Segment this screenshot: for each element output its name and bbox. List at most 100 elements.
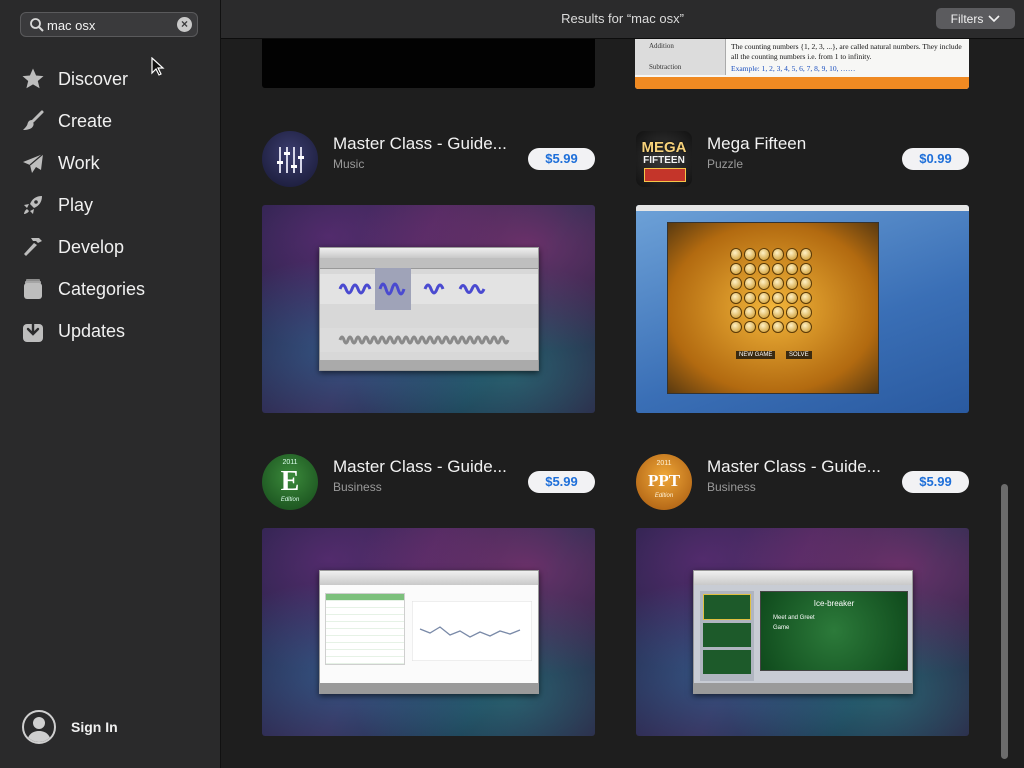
app-screenshot[interactable] xyxy=(262,39,595,88)
puzzle-tile xyxy=(744,320,756,333)
side-label: Addition xyxy=(649,42,674,50)
mixer-icon xyxy=(262,131,318,187)
scrollbar[interactable] xyxy=(1001,484,1008,759)
icon-text: 2011 xyxy=(282,459,298,466)
puzzle-tile xyxy=(786,291,798,304)
price-button[interactable]: $5.99 xyxy=(902,471,969,493)
sidebar-item-updates[interactable]: Updates xyxy=(0,310,220,352)
solve-button[interactable]: SOLVE xyxy=(786,351,812,359)
search-field[interactable]: × xyxy=(20,12,198,37)
sidebar-item-label: Create xyxy=(58,110,113,131)
mouse-cursor-icon xyxy=(151,57,165,76)
sidebar-item-label: Discover xyxy=(58,68,129,89)
puzzle-tile xyxy=(800,277,812,290)
puzzle-tile xyxy=(786,277,798,290)
sidebar-item-play[interactable]: Play xyxy=(0,184,220,226)
sidebar-item-create[interactable]: Create xyxy=(0,100,220,142)
puzzle-tile xyxy=(730,248,742,261)
icon-text: PPT xyxy=(647,471,681,490)
puzzle-tile xyxy=(772,248,784,261)
sidebar-nav: Discover Create Work Play Develop Catego… xyxy=(0,58,220,352)
avatar-icon xyxy=(22,710,56,744)
sidebar-item-label: Updates xyxy=(58,320,126,341)
definition-text: The counting numbers {1, 2, 3, ...}, are… xyxy=(731,42,962,61)
app-result-card[interactable]: 2011 PPT Edition Master Class - Guide...… xyxy=(636,454,969,736)
brush-icon xyxy=(20,108,46,134)
puzzle-tile xyxy=(730,306,742,319)
slide-bullet: Game xyxy=(773,625,790,631)
slide-bullet: Meet and Greet xyxy=(773,615,815,621)
mega-fifteen-icon: MEGA FIFTEEN xyxy=(636,131,692,187)
app-name[interactable]: Mega Fifteen xyxy=(707,134,806,154)
puzzle-tile xyxy=(744,306,756,319)
app-category: Business xyxy=(333,480,382,494)
icon-text: 2011 xyxy=(656,460,672,467)
new-game-button[interactable]: NEW GAME xyxy=(736,351,776,359)
hammer-icon xyxy=(20,234,46,260)
app-category: Puzzle xyxy=(707,157,744,171)
app-name[interactable]: Master Class - Guide... xyxy=(707,457,881,477)
puzzle-grid[interactable] xyxy=(730,248,812,333)
app-screenshot[interactable] xyxy=(262,205,595,413)
chevron-down-icon xyxy=(988,14,1000,22)
puzzle-tile xyxy=(744,248,756,261)
sidebar: × Discover Create Work Play xyxy=(0,0,221,768)
search-input[interactable] xyxy=(47,15,175,35)
app-result-card[interactable]: 2011 E Edition Master Class - Guide... B… xyxy=(262,454,595,736)
categories-icon xyxy=(20,276,46,302)
paper-plane-icon xyxy=(20,150,46,176)
app-screenshot[interactable]: Ice-breaker Meet and Greet Game xyxy=(636,528,969,736)
puzzle-tile xyxy=(730,320,742,333)
sidebar-item-develop[interactable]: Develop xyxy=(0,226,220,268)
slide-title: Ice-breaker xyxy=(813,599,855,608)
puzzle-tile xyxy=(758,320,770,333)
puzzle-tile xyxy=(800,320,812,333)
puzzle-tile xyxy=(758,277,770,290)
puzzle-tile xyxy=(758,291,770,304)
puzzle-tile xyxy=(772,306,784,319)
puzzle-tile xyxy=(758,262,770,275)
puzzle-tile xyxy=(730,291,742,304)
puzzle-tile xyxy=(786,306,798,319)
puzzle-tile xyxy=(800,291,812,304)
clear-search-icon[interactable]: × xyxy=(177,17,192,32)
app-screenshot[interactable]: Addition Subtraction The counting number… xyxy=(635,39,969,89)
example-text: Example: 1, 2, 3, 4, 5, 6, 7, 8, 9, 10, … xyxy=(731,64,856,73)
sidebar-item-work[interactable]: Work xyxy=(0,142,220,184)
sidebar-item-label: Play xyxy=(58,194,94,215)
app-screenshot[interactable]: NEW GAME SOLVE xyxy=(636,205,969,413)
sidebar-item-discover[interactable]: Discover xyxy=(0,58,220,100)
price-button[interactable]: $5.99 xyxy=(528,148,595,170)
app-name[interactable]: Master Class - Guide... xyxy=(333,134,507,154)
puzzle-tile xyxy=(758,306,770,319)
sidebar-item-label: Categories xyxy=(58,278,146,299)
sign-in-button[interactable]: Sign In xyxy=(22,710,118,744)
results-area: Addition Subtraction The counting number… xyxy=(221,39,1011,768)
puzzle-tile xyxy=(730,277,742,290)
side-label: Subtraction xyxy=(649,63,682,71)
sidebar-item-categories[interactable]: Categories xyxy=(0,268,220,310)
puzzle-tile xyxy=(744,262,756,275)
puzzle-tile xyxy=(772,262,784,275)
puzzle-tile xyxy=(786,320,798,333)
puzzle-tile xyxy=(772,277,784,290)
puzzle-tile xyxy=(786,248,798,261)
toolbar: Results for “mac osx” Filters xyxy=(221,0,1024,39)
filters-button[interactable]: Filters xyxy=(936,8,1015,29)
excel-edition-icon: 2011 E Edition xyxy=(262,454,318,510)
app-result-card[interactable]: Master Class - Guide... Music $5.99 xyxy=(262,131,595,413)
puzzle-tile xyxy=(786,262,798,275)
price-button[interactable]: $5.99 xyxy=(528,471,595,493)
sidebar-item-label: Work xyxy=(58,152,100,173)
icon-text: MEGA xyxy=(641,139,687,156)
page-title: Results for “mac osx” xyxy=(561,11,684,26)
rocket-icon xyxy=(20,192,46,218)
app-screenshot[interactable] xyxy=(262,528,595,736)
app-result-card[interactable]: MEGA FIFTEEN Mega Fifteen Puzzle $0.99 N… xyxy=(636,131,969,413)
price-button[interactable]: $0.99 xyxy=(902,148,969,170)
ppt-edition-icon: 2011 PPT Edition xyxy=(636,454,692,510)
icon-text: E xyxy=(280,466,300,497)
puzzle-tile xyxy=(772,291,784,304)
app-category: Music xyxy=(333,157,365,171)
app-name[interactable]: Master Class - Guide... xyxy=(333,457,507,477)
